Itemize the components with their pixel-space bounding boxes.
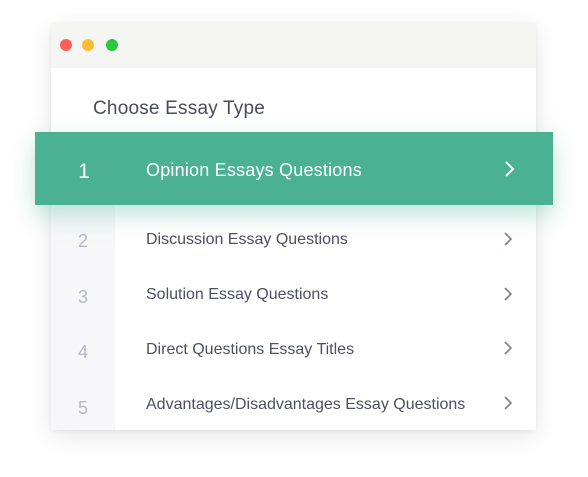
essay-type-number: 2: [77, 231, 88, 251]
essay-type-number: 4: [77, 342, 88, 362]
app-window: Choose Essay Type 2 Discussion Essay Que…: [51, 23, 536, 430]
chevron-right-icon: [504, 396, 513, 410]
essay-type-number: 5: [77, 398, 88, 418]
essay-type-label: Solution Essay Questions: [146, 286, 329, 303]
chevron-right-icon: [504, 341, 513, 355]
essay-type-item-opinion[interactable]: 1 Opinion Essays Questions: [35, 132, 553, 205]
minimize-window-button[interactable]: [82, 39, 94, 51]
close-window-button[interactable]: [60, 39, 72, 51]
essay-type-item-discussion[interactable]: 2 Discussion Essay Questions: [51, 213, 536, 267]
page-title: Choose Essay Type: [93, 98, 266, 119]
essay-type-label: Opinion Essays Questions: [146, 160, 362, 180]
essay-type-number: 1: [78, 160, 90, 183]
maximize-window-button[interactable]: [106, 39, 118, 51]
essay-type-item-advantages[interactable]: 5 Advantages/Disadvantages Essay Questio…: [51, 376, 536, 430]
essay-type-number: 3: [77, 287, 88, 307]
essay-type-label: Direct Questions Essay Titles: [146, 341, 355, 358]
chevron-right-icon: [504, 287, 513, 301]
essay-type-label: Advantages/Disadvantages Essay Questions: [146, 396, 466, 413]
essay-type-item-solution[interactable]: 3 Solution Essay Questions: [51, 267, 536, 321]
essay-type-item-direct[interactable]: 4 Direct Questions Essay Titles: [51, 322, 536, 376]
chevron-right-icon: [504, 232, 513, 246]
title-bar: [51, 23, 536, 68]
essay-type-label: Discussion Essay Questions: [146, 231, 348, 248]
chevron-right-icon: [505, 161, 515, 177]
